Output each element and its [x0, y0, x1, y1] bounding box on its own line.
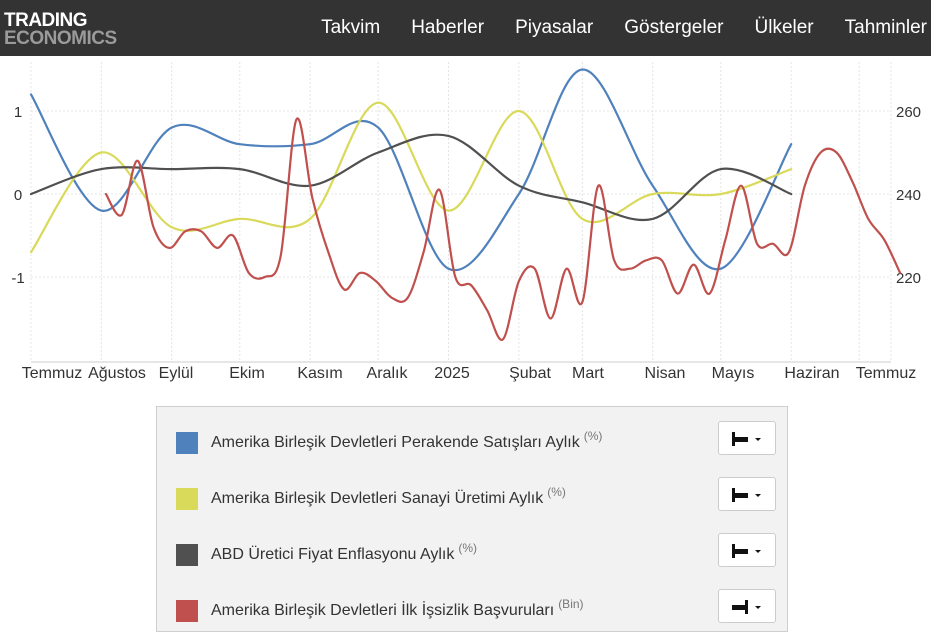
x-tick-label: Mayıs: [712, 365, 755, 382]
x-tick-label: Ağustos: [88, 365, 146, 382]
x-tick-label: Aralık: [367, 365, 409, 382]
retail-sales-line: [29, 68, 793, 272]
legend-unit: (Bin): [558, 597, 584, 611]
legend-item-ppi[interactable]: ABD Üretici Fiyat Enflasyonu Aylık (%): [157, 523, 787, 579]
legend-label: ABD Üretici Fiyat Enflasyonu Aylık: [211, 546, 455, 563]
x-tick-label: Haziran: [784, 365, 839, 382]
nav-indicators[interactable]: Göstergeler: [624, 17, 723, 39]
ppi-line: [29, 133, 793, 222]
x-tick-label: Temmuz: [22, 365, 82, 382]
nav-news[interactable]: Haberler: [411, 17, 484, 39]
chart-legend: Amerika Birleşik Devletleri Perakende Sa…: [156, 406, 788, 632]
left-axis-icon: [732, 432, 761, 446]
left-axis-icon: [732, 488, 761, 502]
legend-label: Amerika Birleşik Devletleri Perakende Sa…: [211, 434, 580, 451]
legend-swatch: [176, 600, 198, 622]
legend-item-industrial-production[interactable]: Amerika Birleşik Devletleri Sanayi Üreti…: [157, 467, 787, 523]
legend-label: Amerika Birleşik Devletleri İlk İşsizlik…: [211, 602, 555, 619]
legend-swatch: [176, 432, 198, 454]
x-tick-label: Nisan: [645, 365, 686, 382]
legend-unit: (%): [458, 541, 478, 555]
x-tick-label: Temmuz: [856, 365, 916, 382]
main-menu: Takvim Haberler Piyasalar Göstergeler Ül…: [290, 0, 931, 56]
x-tick-label: Ekim: [229, 365, 265, 382]
legend-item-retail-sales[interactable]: Amerika Birleşik Devletleri Perakende Sa…: [157, 411, 787, 467]
axis-toggle-button[interactable]: [718, 421, 776, 455]
nav-markets[interactable]: Piyasalar: [515, 17, 593, 39]
x-tick-label: Mart: [572, 365, 605, 382]
axis-toggle-button[interactable]: [718, 533, 776, 567]
y-right-tick-label: 260: [896, 104, 921, 121]
legend-swatch: [176, 488, 198, 510]
nav-countries[interactable]: Ülkeler: [755, 17, 814, 39]
left-axis-icon: [732, 544, 761, 558]
industrial-production-line: [29, 101, 793, 254]
logo-line-2: ECONOMICS: [4, 28, 117, 49]
legend-item-jobless-claims[interactable]: Amerika Birleşik Devletleri İlk İşsizlik…: [157, 579, 787, 635]
axis-toggle-button[interactable]: [718, 589, 776, 623]
legend-unit: (%): [583, 429, 603, 443]
y-left-tick-label: 0: [14, 187, 22, 204]
y-right-tick-label: 240: [896, 187, 921, 204]
line-chart: 10-1260240220Temmuz Ağustos Eylül Ekim Kasım…: [11, 62, 921, 382]
y-left-tick-label: 1: [14, 104, 22, 121]
x-tick-label: Kasım: [297, 365, 342, 382]
legend-unit: (%): [547, 485, 566, 499]
axis-toggle-button[interactable]: [718, 477, 776, 511]
nav-calendar[interactable]: Takvim: [321, 17, 380, 39]
site-logo[interactable]: TRADING ECONOMICS: [4, 11, 117, 48]
nav-forecasts[interactable]: Tahminler: [845, 17, 927, 39]
legend-label: Amerika Birleşik Devletleri Sanayi Üreti…: [211, 490, 544, 507]
jobless-claims-line: [104, 117, 902, 341]
x-tick-label: 2025: [434, 365, 470, 382]
x-tick-label: Şubat: [509, 365, 551, 382]
x-tick-label: Eylül: [159, 365, 194, 382]
right-axis-icon: [732, 600, 761, 614]
y-left-tick-label: -1: [11, 270, 24, 287]
legend-swatch: [176, 544, 198, 566]
top-navigation-bar: TRADING ECONOMICS Takvim Haberler Piyasa…: [0, 0, 931, 56]
